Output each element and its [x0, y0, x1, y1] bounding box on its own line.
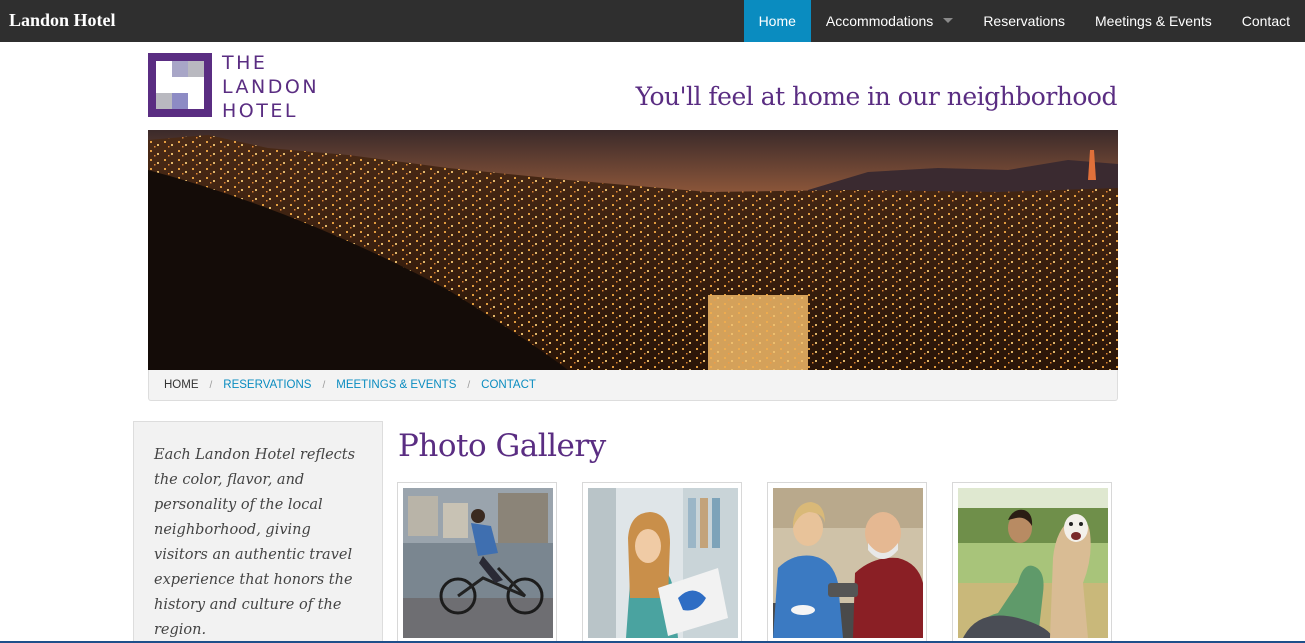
breadcrumb-separator: / [322, 379, 326, 391]
top-navbar: Landon Hotel Home Accommodations Reserva… [0, 0, 1305, 42]
logo-wordmark: THE LANDON HOTEL [222, 51, 319, 123]
breadcrumb-reservations[interactable]: RESERVATIONS [223, 379, 311, 391]
nav-home[interactable]: Home [743, 0, 811, 42]
couple-photo-image [773, 488, 923, 638]
sidebar-intro: Each Landon Hotel reflects the color, fl… [133, 421, 383, 643]
logo-line-3: HOTEL [222, 100, 298, 122]
caret-down-icon [943, 17, 954, 23]
tagline: You'll feel at home in our neighborhood [635, 82, 1118, 111]
breadcrumb-separator: / [209, 379, 213, 391]
reader-photo-image [588, 488, 738, 638]
gallery-photo-dog[interactable] [952, 482, 1112, 642]
breadcrumb-meetings-events[interactable]: MEETINGS & EVENTS [336, 379, 456, 391]
main-nav: Home Accommodations Reservations Meeting… [743, 0, 1305, 42]
gallery-photo-cyclist[interactable] [397, 482, 557, 642]
dog-photo-image [958, 488, 1108, 638]
nav-accommodations-label: Accommodations [825, 13, 934, 29]
breadcrumb-contact[interactable]: CONTACT [481, 379, 536, 391]
breadcrumb-home[interactable]: HOME [164, 379, 199, 391]
brand-link[interactable]: Landon Hotel [9, 10, 116, 31]
nav-reservations[interactable]: Reservations [968, 0, 1080, 42]
nav-meetings-events[interactable]: Meetings & Events [1080, 0, 1227, 42]
cyclist-photo-image [403, 488, 553, 638]
logo-line-1: THE [222, 52, 268, 74]
nav-accommodations[interactable]: Accommodations [811, 0, 968, 42]
logo-line-2: LANDON [222, 76, 320, 98]
gallery-photo-couple[interactable] [767, 482, 927, 642]
gallery-photo-reader[interactable] [582, 482, 742, 642]
hero-cityscape-image [148, 130, 1118, 370]
nav-contact[interactable]: Contact [1227, 0, 1305, 42]
hotel-logo-icon[interactable] [148, 53, 212, 117]
sidebar-text: Each Landon Hotel reflects the color, fl… [154, 447, 356, 638]
breadcrumb: HOME / RESERVATIONS / MEETINGS & EVENTS … [148, 370, 1118, 401]
breadcrumb-separator: / [467, 379, 471, 391]
gallery-title: Photo Gallery [398, 428, 606, 464]
